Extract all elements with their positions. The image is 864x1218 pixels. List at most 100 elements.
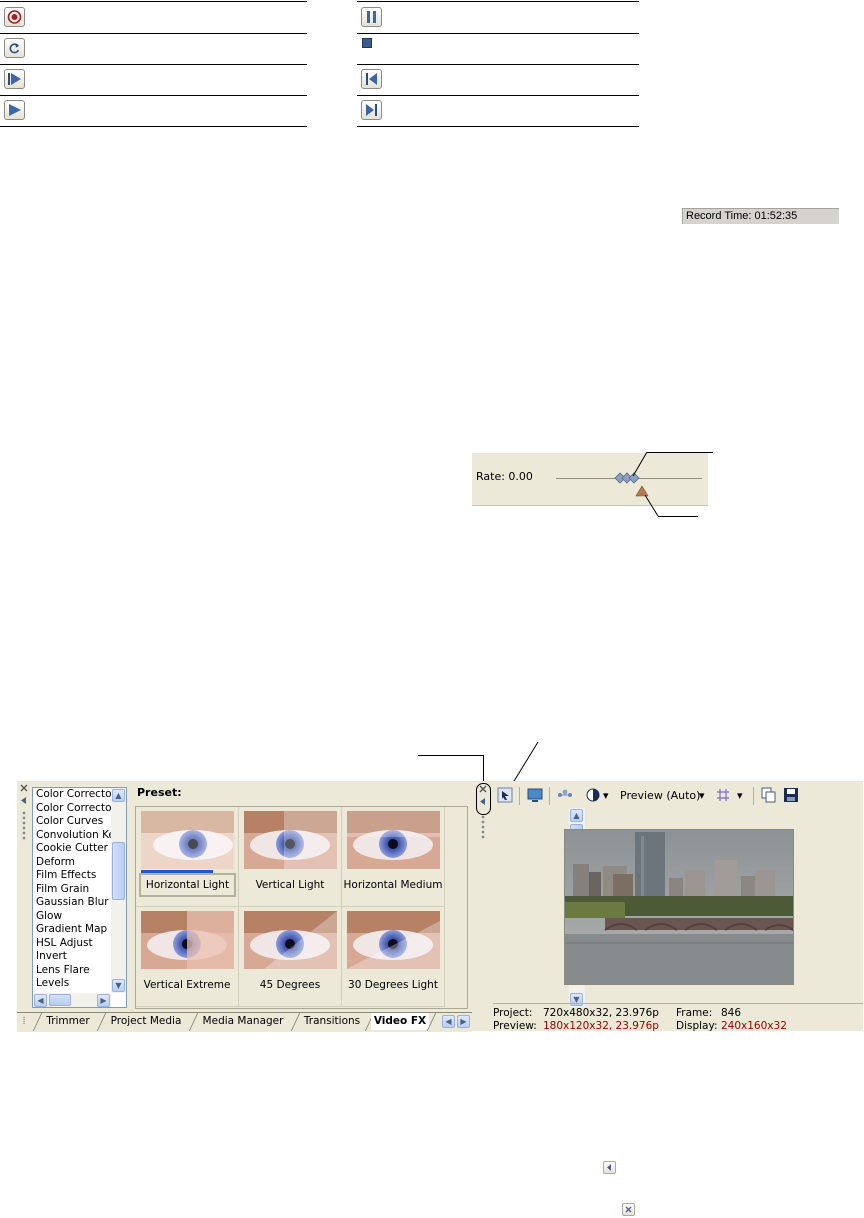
scroll-right-icon[interactable]: ▶ xyxy=(97,994,110,1007)
preset-caption: 45 Degrees xyxy=(259,979,321,991)
video-preview-frame xyxy=(564,829,794,985)
tab-grip-icon: ⁞ xyxy=(22,1015,26,1027)
info-frame-label: Frame: xyxy=(676,1007,713,1019)
info-frame-value: 846 xyxy=(721,1007,742,1019)
fx-list[interactable]: Color Corrector Color Corrector Color Curv… xyxy=(32,787,127,1008)
preset-caption: Vertical Light xyxy=(255,879,325,891)
tab-transitions[interactable]: Transitions xyxy=(297,1013,367,1030)
preset-grid: Horizontal Light Vertical Light Horizont… xyxy=(135,806,585,1009)
preset-caption: Horizontal Light xyxy=(139,873,236,897)
preset-thumbnail xyxy=(141,911,234,969)
play-icon xyxy=(9,104,21,116)
pane-splitter[interactable] xyxy=(473,781,493,1031)
split-screen-icon[interactable] xyxy=(585,787,601,803)
preset-item[interactable]: Horizontal Medium xyxy=(342,807,445,907)
video-preview-pane: ▾ Preview (Auto) ▾ ▾ Project: 720x480x32… xyxy=(493,781,863,1032)
fx-list-vscroll[interactable]: ▲ ▼ xyxy=(111,788,126,993)
preset-item[interactable]: Horizontal Light xyxy=(136,807,239,907)
preset-label: Preset: xyxy=(137,786,182,799)
info-display-value: 240x160x32 xyxy=(721,1020,787,1032)
transport-row-1 xyxy=(0,1,307,34)
dock-handle[interactable] xyxy=(17,781,31,1012)
callout-line xyxy=(520,741,863,742)
dropdown-arrow-icon[interactable]: ▾ xyxy=(737,789,743,802)
play-button[interactable] xyxy=(4,100,25,120)
info-project-label: Project: xyxy=(493,1007,533,1019)
preview-settings-icon[interactable] xyxy=(497,787,513,803)
scroll-thumb[interactable] xyxy=(49,994,71,1006)
preview-info-bar: Project: 720x480x32, 23.976p Frame: 846 … xyxy=(493,1003,863,1032)
go-to-end-button[interactable] xyxy=(361,100,382,120)
callout-line xyxy=(658,516,698,517)
transport-row-4-right xyxy=(357,95,639,127)
loop-button[interactable] xyxy=(4,38,25,58)
transport-row-3-right xyxy=(357,64,639,96)
stop-icon[interactable] xyxy=(362,38,372,48)
tab-scroll-right-icon[interactable]: ▶ xyxy=(457,1015,470,1028)
transport-row-3 xyxy=(0,64,307,96)
preset-thumbnail xyxy=(244,811,337,869)
tab-media-manager[interactable]: Media Manager xyxy=(195,1013,291,1030)
record-time-display: Record Time: 01:52:35 xyxy=(682,208,839,224)
go-to-end-icon xyxy=(366,104,377,116)
go-to-start-button[interactable] xyxy=(361,69,382,89)
preset-item[interactable]: 30 Degrees Light xyxy=(342,907,445,1007)
scroll-down-icon[interactable]: ▼ xyxy=(112,979,125,992)
info-preview-label: Preview: xyxy=(493,1020,537,1032)
tab-scroll-left-icon[interactable]: ◀ xyxy=(442,1015,455,1028)
go-to-start-icon xyxy=(366,73,377,85)
transport-row-2-right xyxy=(357,33,639,65)
close-icon[interactable] xyxy=(479,785,487,793)
info-preview-value: 180x120x32, 23.976p xyxy=(543,1020,659,1032)
chevron-left-icon[interactable] xyxy=(479,797,487,806)
grip-icon[interactable] xyxy=(21,811,27,841)
callout-line xyxy=(632,452,648,477)
pause-button[interactable] xyxy=(361,7,382,27)
preset-thumbnail xyxy=(347,811,440,869)
video-fx-window: Color Corrector Color Corrector Color Curv… xyxy=(17,781,863,1032)
preset-item[interactable]: Vertical Light xyxy=(239,807,342,907)
loop-icon xyxy=(9,43,20,54)
scroll-up-icon[interactable]: ▲ xyxy=(112,789,125,802)
preset-caption: Horizontal Medium xyxy=(343,879,443,891)
dropdown-arrow-icon[interactable]: ▾ xyxy=(699,789,705,802)
chevron-left-icon[interactable] xyxy=(603,1161,616,1174)
save-snapshot-icon[interactable] xyxy=(783,787,799,803)
tab-project-media[interactable]: Project Media xyxy=(103,1013,189,1030)
dropdown-arrow-icon[interactable]: ▾ xyxy=(603,789,609,802)
tab-trimmer[interactable]: Trimmer xyxy=(39,1013,97,1030)
play-from-start-button[interactable] xyxy=(4,69,25,89)
scroll-left-icon[interactable]: ◀ xyxy=(34,994,47,1007)
video-effects-icon[interactable] xyxy=(557,787,573,803)
external-monitor-icon[interactable] xyxy=(527,787,543,803)
record-button[interactable] xyxy=(4,7,25,27)
preset-thumbnail xyxy=(141,811,234,869)
overlays-grid-icon[interactable] xyxy=(715,787,731,803)
fx-list-hscroll[interactable]: ◀ ▶ xyxy=(33,993,111,1007)
grip-icon[interactable] xyxy=(480,815,486,841)
callout-line xyxy=(483,755,484,782)
preset-caption: 30 Degrees Light xyxy=(348,979,438,991)
preset-thumbnail xyxy=(347,911,440,969)
transport-row-4 xyxy=(0,95,307,127)
tab-video-fx[interactable]: Video FX xyxy=(371,1013,429,1030)
copy-snapshot-icon[interactable] xyxy=(761,787,777,803)
rate-label: Rate: 0.00 xyxy=(476,470,533,483)
preset-caption: Vertical Extreme xyxy=(143,979,231,991)
preview-toolbar: ▾ Preview (Auto) ▾ ▾ xyxy=(493,785,863,807)
callout-line xyxy=(644,494,659,517)
pause-icon xyxy=(367,11,376,23)
callout-line xyxy=(647,452,713,453)
preset-item[interactable]: Vertical Extreme xyxy=(136,907,239,1007)
rate-slider-panel: Rate: 0.00 xyxy=(472,453,708,506)
preset-item[interactable]: 45 Degrees xyxy=(239,907,342,1007)
window-tabs: ⁞ Trimmer Project Media Media Manager Tr… xyxy=(17,1012,472,1032)
close-icon[interactable] xyxy=(622,1203,635,1216)
preview-quality-dropdown[interactable]: Preview (Auto) xyxy=(620,789,700,802)
callout-line xyxy=(418,755,484,756)
close-icon[interactable] xyxy=(20,784,28,792)
scroll-thumb[interactable] xyxy=(112,842,125,900)
chevron-left-icon[interactable] xyxy=(20,796,28,805)
transport-row-1-right xyxy=(357,1,639,34)
info-display-label: Display: xyxy=(676,1020,718,1032)
